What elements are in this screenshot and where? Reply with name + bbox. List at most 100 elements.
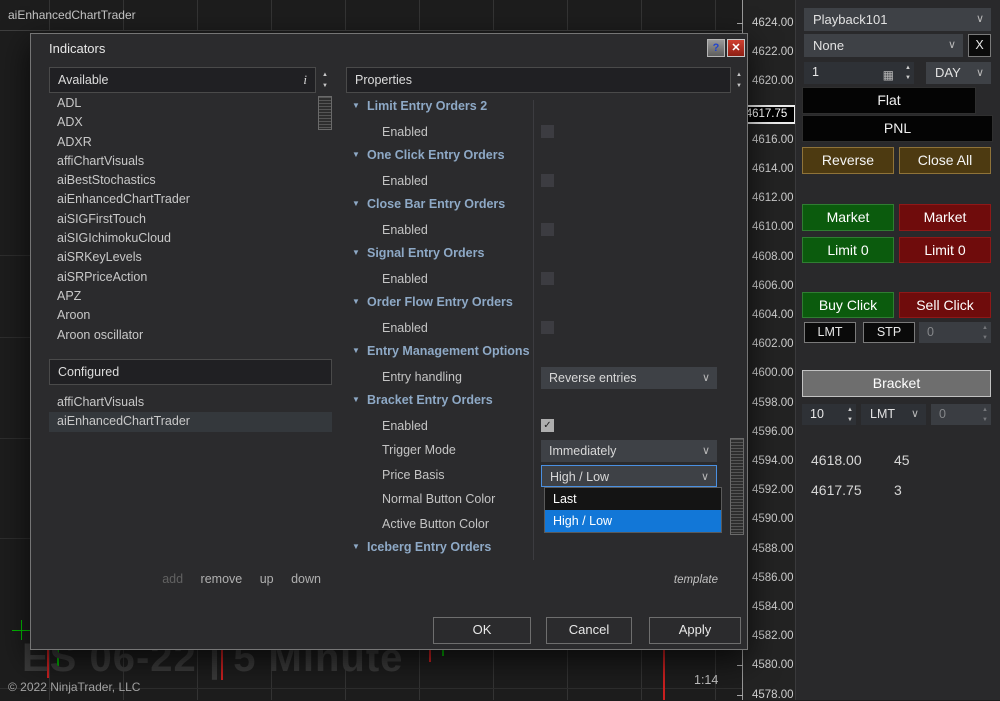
property-label: Enabled (382, 272, 428, 286)
flat-button[interactable]: Flat (802, 87, 976, 114)
configured-item[interactable]: aiEnhancedChartTrader (49, 412, 332, 431)
collapse-triangle-icon[interactable]: ▼ (352, 199, 360, 208)
collapse-triangle-icon[interactable]: ▼ (352, 395, 360, 404)
properties-header-label: Properties (355, 73, 412, 87)
property-row: Price Basis High / Low∨ (346, 464, 731, 489)
available-item[interactable]: aiSRPriceAction (49, 268, 316, 287)
lmt-mode-button[interactable]: LMT (804, 322, 856, 343)
collapse-triangle-icon[interactable]: ▼ (352, 248, 360, 257)
available-item[interactable]: APZ (49, 287, 316, 306)
property-section-label[interactable]: Iceberg Entry Orders (367, 540, 491, 554)
property-checkbox[interactable]: ✓ (541, 419, 554, 432)
available-item[interactable]: aiSIGIchimokuCloud (49, 229, 316, 248)
property-dropdown[interactable]: High / Low∨ (541, 465, 717, 487)
property-label: Price Basis (382, 468, 445, 482)
gridline-vertical (493, 648, 494, 700)
property-dropdown[interactable]: Reverse entries∨ (541, 367, 717, 389)
properties-scrollbar-thumb[interactable] (730, 438, 744, 535)
available-item[interactable]: ADL (49, 94, 316, 113)
sell-limit-button[interactable]: Limit 0 (899, 237, 991, 263)
property-label: Trigger Mode (382, 443, 456, 457)
property-section-label[interactable]: Order Flow Entry Orders (367, 295, 513, 309)
atm-strategy-selector[interactable]: None∨ (804, 34, 963, 57)
down-link[interactable]: down (291, 572, 321, 586)
collapse-triangle-icon[interactable]: ▼ (352, 297, 360, 306)
property-dropdown[interactable]: Immediately∨ (541, 440, 717, 462)
template-link[interactable]: template (616, 574, 718, 586)
property-checkbox[interactable] (541, 174, 554, 187)
calculator-icon[interactable]: ▦ (883, 65, 894, 86)
buy-limit-button[interactable]: Limit 0 (802, 237, 894, 263)
configured-list: affiChartVisualsaiEnhancedChartTrader (49, 386, 332, 570)
configured-item[interactable]: affiChartVisuals (49, 393, 332, 412)
bracket-type-selector[interactable]: LMT∨ (861, 404, 926, 425)
tif-selector[interactable]: DAY∨ (926, 62, 991, 84)
available-scroll-arrows[interactable]: ▲▼ (318, 67, 332, 93)
collapse-triangle-icon[interactable]: ▼ (352, 542, 360, 551)
ok-button[interactable]: OK (433, 617, 531, 644)
property-row: Enabled (346, 219, 731, 244)
quantity-stepper[interactable]: ▲▼ (905, 62, 911, 83)
dialog-title: Indicators (49, 41, 105, 56)
property-checkbox[interactable] (541, 321, 554, 334)
property-section-label[interactable]: Limit Entry Orders 2 (367, 99, 487, 113)
close-all-button[interactable]: Close All (899, 147, 991, 174)
available-item[interactable]: ADXR (49, 133, 316, 152)
price-axis-label: 4584.00 (752, 601, 794, 613)
stp-mode-button[interactable]: STP (863, 322, 915, 343)
up-link[interactable]: up (260, 572, 274, 586)
price-axis-label: 4578.00 (752, 689, 794, 701)
property-section-label[interactable]: Entry Management Options (367, 344, 530, 358)
available-item[interactable]: Aroon (49, 306, 316, 325)
bracket-button[interactable]: Bracket (802, 370, 991, 397)
property-section-label[interactable]: Signal Entry Orders (367, 246, 484, 260)
available-item[interactable]: aiEnhancedChartTrader (49, 190, 316, 209)
bracket-qty-stepper[interactable]: ▲▼ (847, 404, 853, 425)
available-item[interactable]: Aroon oscillator (49, 326, 316, 345)
close-icon[interactable]: ✕ (727, 39, 745, 57)
dropdown-option[interactable]: High / Low (545, 510, 721, 532)
available-item[interactable]: aiSIGFirstTouch (49, 210, 316, 229)
collapse-triangle-icon[interactable]: ▼ (352, 150, 360, 159)
property-section-label[interactable]: One Click Entry Orders (367, 148, 505, 162)
available-item[interactable]: aiSRKeyLevels (49, 248, 316, 267)
bracket-qty-field[interactable]: 10 ▲▼ (802, 404, 856, 425)
price-axis[interactable]: 4624.004622.004620.004616.004614.004612.… (742, 0, 796, 700)
info-icon[interactable]: i (303, 68, 307, 92)
dropdown-option[interactable]: Last (545, 488, 721, 510)
property-checkbox[interactable] (541, 223, 554, 236)
price-basis-dropdown-popup[interactable]: LastHigh / Low (544, 487, 722, 533)
available-scrollbar-thumb[interactable] (318, 96, 332, 130)
property-row: Enabled✓ (346, 415, 731, 440)
cancel-button[interactable]: Cancel (546, 617, 632, 644)
price-axis-label: 4606.00 (752, 280, 794, 292)
remove-link[interactable]: remove (201, 572, 243, 586)
buy-click-button[interactable]: Buy Click (802, 292, 894, 318)
atm-close-button[interactable]: X (968, 34, 991, 57)
available-item[interactable]: affiChartVisuals (49, 152, 316, 171)
apply-button[interactable]: Apply (649, 617, 741, 644)
collapse-triangle-icon[interactable]: ▼ (352, 101, 360, 110)
available-item[interactable]: ADX (49, 113, 316, 132)
price-axis-label: 4612.00 (752, 192, 794, 204)
property-checkbox[interactable] (541, 125, 554, 138)
price-axis-label: 4622.00 (752, 46, 794, 58)
available-scrollbar[interactable] (318, 94, 332, 349)
property-value (541, 171, 721, 193)
property-checkbox[interactable] (541, 272, 554, 285)
properties-scroll-arrows[interactable]: ▲▼ (732, 67, 746, 93)
collapse-triangle-icon[interactable]: ▼ (352, 346, 360, 355)
reverse-button[interactable]: Reverse (802, 147, 894, 174)
quantity-field[interactable]: 1 ▦ ▲▼ (804, 62, 914, 84)
buy-market-button[interactable]: Market (802, 204, 894, 231)
property-section-label[interactable]: Close Bar Entry Orders (367, 197, 505, 211)
add-link[interactable]: add (162, 572, 183, 586)
pnl-button[interactable]: PNL (802, 115, 993, 142)
available-item[interactable]: aiBestStochastics (49, 171, 316, 190)
property-row: ▼ Order Flow Entry Orders (346, 292, 731, 317)
property-section-label[interactable]: Bracket Entry Orders (367, 393, 493, 407)
help-button[interactable]: ? (707, 39, 725, 57)
sell-click-button[interactable]: Sell Click (899, 292, 991, 318)
account-selector[interactable]: Playback101∨ (804, 8, 991, 31)
sell-market-button[interactable]: Market (899, 204, 991, 231)
